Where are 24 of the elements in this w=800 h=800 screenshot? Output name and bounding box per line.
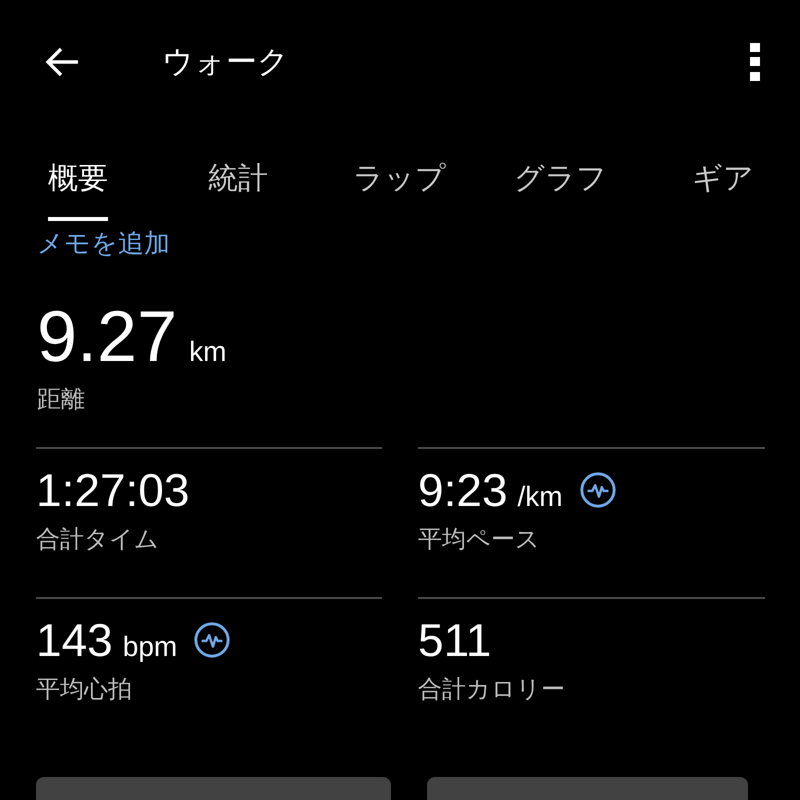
stat-unit: /km xyxy=(518,481,563,513)
stat-label: 平均心拍 xyxy=(36,674,132,705)
stat-value: 511 xyxy=(418,613,492,667)
back-arrow-icon[interactable] xyxy=(44,46,80,78)
add-note-link[interactable]: メモを追加 xyxy=(37,226,170,261)
tab[interactable]: ギア xyxy=(692,158,754,221)
stat-value: 9:23 xyxy=(418,463,508,517)
stat-unit: bpm xyxy=(122,631,178,663)
stat-label: 合計カロリー xyxy=(418,674,565,705)
tab[interactable]: グラフ xyxy=(514,158,607,221)
screen-title: ウォーク xyxy=(162,43,289,82)
distance-label: 距離 xyxy=(37,384,85,415)
heartbeat-graph-icon[interactable] xyxy=(193,621,232,659)
stat-label: 平均ペース xyxy=(418,524,540,555)
tab[interactable]: 概要 xyxy=(48,158,108,221)
more-menu-icon[interactable] xyxy=(750,43,760,81)
tab[interactable]: 統計 xyxy=(208,158,268,221)
stat-label: 合計タイム xyxy=(36,524,159,555)
heartbeat-graph-icon[interactable] xyxy=(578,471,617,509)
tab[interactable]: ラップ xyxy=(353,158,446,221)
distance-value: 9.27 xyxy=(37,297,178,377)
stat-value: 1:27:03 xyxy=(36,463,190,517)
distance-unit: km xyxy=(189,336,226,368)
stat-value: 143 xyxy=(36,613,113,667)
